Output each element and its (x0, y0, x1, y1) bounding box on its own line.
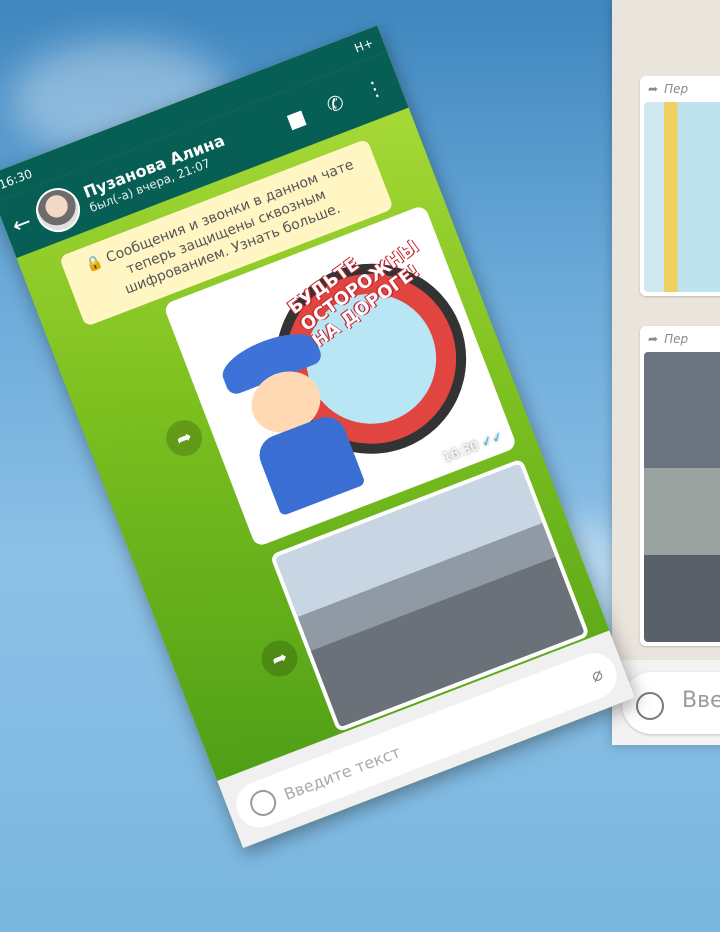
emoji-icon[interactable] (636, 692, 664, 720)
phone-screen: 16:30 H+ ← Пузанова Алина был(-а) вчера,… (0, 25, 636, 849)
avatar[interactable] (30, 181, 87, 239)
read-checks-icon: ✓✓ (479, 429, 506, 452)
video-call-icon[interactable]: ■ (276, 101, 316, 136)
message-time: 16:30 ✓✓ (440, 429, 506, 467)
forwarded-message[interactable]: ➦ Пер (640, 76, 720, 296)
forward-icon: ➦ (648, 82, 659, 96)
street-photo[interactable] (644, 352, 720, 642)
share-icon[interactable]: ➦ (256, 635, 303, 682)
forward-icon: ➦ (648, 332, 659, 346)
share-icon[interactable]: ➦ (160, 414, 208, 462)
drawing-image[interactable] (644, 102, 720, 292)
second-phone-chat: ➦ Пер ➦ Пер (612, 0, 720, 660)
emoji-icon[interactable] (246, 786, 280, 820)
network-indicator: H+ (352, 35, 376, 56)
phone-call-icon[interactable]: ✆ (315, 86, 355, 121)
attach-icon[interactable]: ⌀ (588, 663, 606, 686)
back-arrow-icon[interactable]: ← (9, 209, 35, 239)
second-message-input[interactable]: Вве (622, 672, 720, 734)
more-icon[interactable]: ⋮ (354, 71, 394, 106)
forwarded-message[interactable]: ➦ Пер (640, 326, 720, 646)
second-phone: ➦ Пер ➦ Пер Вве (612, 0, 720, 745)
